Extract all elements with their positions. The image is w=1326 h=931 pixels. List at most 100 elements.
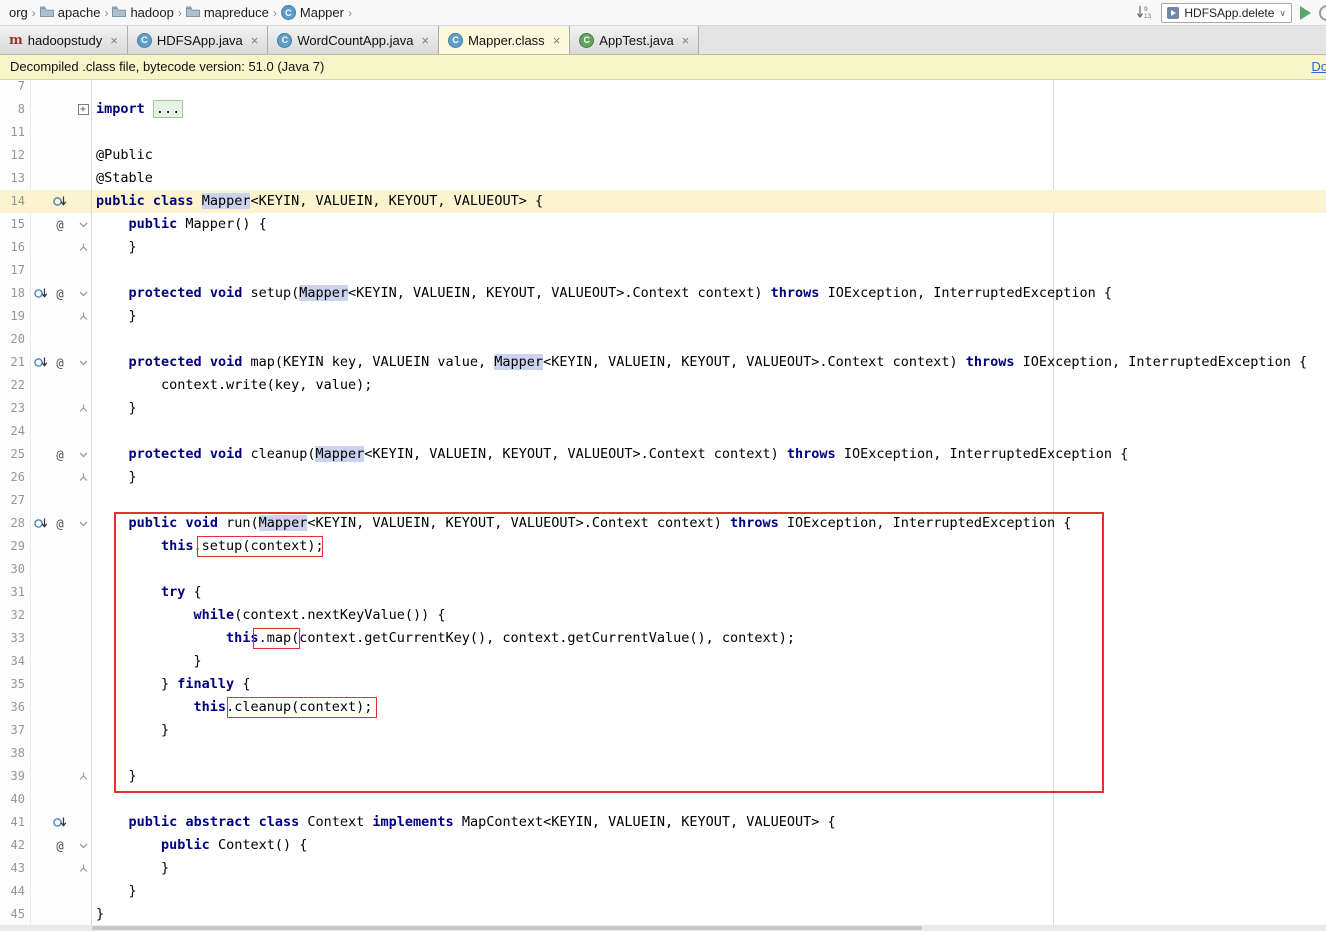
fold-collapse-icon[interactable] <box>76 516 90 531</box>
code-line-22[interactable]: context.write(key, value); <box>92 374 1326 397</box>
fold-collapse-icon[interactable] <box>76 447 90 462</box>
fold-end-icon[interactable] <box>76 309 90 324</box>
code-line-24[interactable] <box>92 420 1326 443</box>
code-line-13[interactable]: @Stable <box>92 167 1326 190</box>
code-line-16[interactable]: } <box>92 236 1326 259</box>
line-number[interactable]: 7 <box>0 80 25 98</box>
annotation-icon[interactable]: @ <box>53 287 67 300</box>
code-line-20[interactable] <box>92 328 1326 351</box>
fold-collapse-icon[interactable] <box>76 355 90 370</box>
code-line-14[interactable]: public class Mapper<KEYIN, VALUEIN, KEYO… <box>0 190 1326 213</box>
line-number[interactable]: 23 <box>0 397 25 420</box>
line-number[interactable]: 17 <box>0 259 25 282</box>
line-number[interactable]: 42 <box>0 834 25 857</box>
line-number[interactable]: 20 <box>0 328 25 351</box>
code-line-45[interactable]: } <box>92 903 1326 925</box>
line-number[interactable]: 15 <box>0 213 25 236</box>
coverage-icon[interactable] <box>1319 5 1326 21</box>
breadcrumb-item-hadoop[interactable]: hadoop <box>109 5 176 20</box>
line-number[interactable]: 30 <box>0 558 25 581</box>
sort-icon[interactable]: 9 13 <box>1136 4 1153 23</box>
code-line-19[interactable]: } <box>92 305 1326 328</box>
overridden-method-icon[interactable] <box>53 816 67 829</box>
line-number[interactable]: 29 <box>0 535 25 558</box>
code-line-42[interactable]: public Context() { <box>92 834 1326 857</box>
folded-import-region[interactable]: ... <box>153 100 183 118</box>
code-line-17[interactable] <box>92 259 1326 282</box>
line-number[interactable]: 35 <box>0 673 25 696</box>
fold-end-icon[interactable] <box>76 240 90 255</box>
tab-mapper-class[interactable]: CMapper.class× <box>439 26 570 54</box>
line-number[interactable]: 14 <box>0 190 25 213</box>
code-line-38[interactable] <box>92 742 1326 765</box>
code-line-7[interactable] <box>92 80 1326 98</box>
code-line-25[interactable]: protected void cleanup(Mapper<KEYIN, VAL… <box>92 443 1326 466</box>
line-number[interactable]: 33 <box>0 627 25 650</box>
code-line-43[interactable]: } <box>92 857 1326 880</box>
annotation-icon[interactable]: @ <box>53 356 67 369</box>
annotation-icon[interactable]: @ <box>53 218 67 231</box>
line-number[interactable]: 31 <box>0 581 25 604</box>
line-number[interactable]: 13 <box>0 167 25 190</box>
line-number[interactable]: 16 <box>0 236 25 259</box>
code-line-32[interactable]: while(context.nextKeyValue()) { <box>92 604 1326 627</box>
code-line-29[interactable]: this.setup(context); <box>92 535 1326 558</box>
code-line-34[interactable]: } <box>92 650 1326 673</box>
horizontal-scrollbar[interactable] <box>0 925 1326 931</box>
tab-hadoopstudy[interactable]: mhadoopstudy× <box>0 26 128 54</box>
line-number[interactable]: 18 <box>0 282 25 305</box>
run-config-selector[interactable]: HDFSApp.delete ∨ <box>1161 3 1292 23</box>
line-number[interactable]: 37 <box>0 719 25 742</box>
code-area[interactable]: import ...@Public@Stablepublic class Map… <box>92 80 1326 925</box>
breadcrumb-item-mapreduce[interactable]: mapreduce <box>183 5 272 20</box>
line-number[interactable]: 24 <box>0 420 25 443</box>
code-line-21[interactable]: protected void map(KEYIN key, VALUEIN va… <box>92 351 1326 374</box>
code-line-12[interactable]: @Public <box>92 144 1326 167</box>
line-number[interactable]: 32 <box>0 604 25 627</box>
tab-wordcountapp-java[interactable]: CWordCountApp.java× <box>268 26 439 54</box>
code-line-28[interactable]: public void run(Mapper<KEYIN, VALUEIN, K… <box>92 512 1326 535</box>
line-number[interactable]: 40 <box>0 788 25 811</box>
code-line-30[interactable] <box>92 558 1326 581</box>
fold-collapse-icon[interactable] <box>76 838 90 853</box>
line-number[interactable]: 28 <box>0 512 25 535</box>
line-number[interactable]: 25 <box>0 443 25 466</box>
line-number[interactable]: 27 <box>0 489 25 512</box>
fold-end-icon[interactable] <box>76 470 90 485</box>
line-number[interactable]: 8 <box>0 98 25 121</box>
horizontal-scrollbar-thumb[interactable] <box>92 926 922 930</box>
run-button[interactable] <box>1300 6 1311 20</box>
code-line-37[interactable]: } <box>92 719 1326 742</box>
fold-collapse-icon[interactable] <box>76 217 90 232</box>
line-number[interactable]: 36 <box>0 696 25 719</box>
code-line-44[interactable]: } <box>92 880 1326 903</box>
code-line-11[interactable] <box>92 121 1326 144</box>
annotation-icon[interactable]: @ <box>53 517 67 530</box>
overridden-method-icon[interactable] <box>34 287 48 300</box>
fold-end-icon[interactable] <box>76 769 90 784</box>
line-number[interactable]: 26 <box>0 466 25 489</box>
line-number[interactable]: 38 <box>0 742 25 765</box>
line-number[interactable]: 11 <box>0 121 25 144</box>
code-line-15[interactable]: public Mapper() { <box>92 213 1326 236</box>
fold-end-icon[interactable] <box>76 401 90 416</box>
annotation-icon[interactable]: @ <box>53 839 67 852</box>
line-number[interactable]: 34 <box>0 650 25 673</box>
code-line-27[interactable] <box>92 489 1326 512</box>
overridden-method-icon[interactable] <box>53 195 67 208</box>
close-icon[interactable]: × <box>110 33 118 48</box>
code-line-23[interactable]: } <box>92 397 1326 420</box>
close-icon[interactable]: × <box>251 33 259 48</box>
code-line-33[interactable]: this.map(context.getCurrentKey(), contex… <box>92 627 1326 650</box>
overridden-method-icon[interactable] <box>34 517 48 530</box>
tab-hdfsapp-java[interactable]: CHDFSApp.java× <box>128 26 269 54</box>
code-line-26[interactable]: } <box>92 466 1326 489</box>
overridden-method-icon[interactable] <box>34 356 48 369</box>
line-number[interactable]: 39 <box>0 765 25 788</box>
line-number[interactable]: 21 <box>0 351 25 374</box>
line-number[interactable]: 43 <box>0 857 25 880</box>
code-line-18[interactable]: protected void setup(Mapper<KEYIN, VALUE… <box>92 282 1326 305</box>
close-icon[interactable]: × <box>553 33 561 48</box>
code-line-35[interactable]: } finally { <box>92 673 1326 696</box>
editor[interactable]: 78+1112131415@161718@192021@22232425@262… <box>0 80 1326 925</box>
